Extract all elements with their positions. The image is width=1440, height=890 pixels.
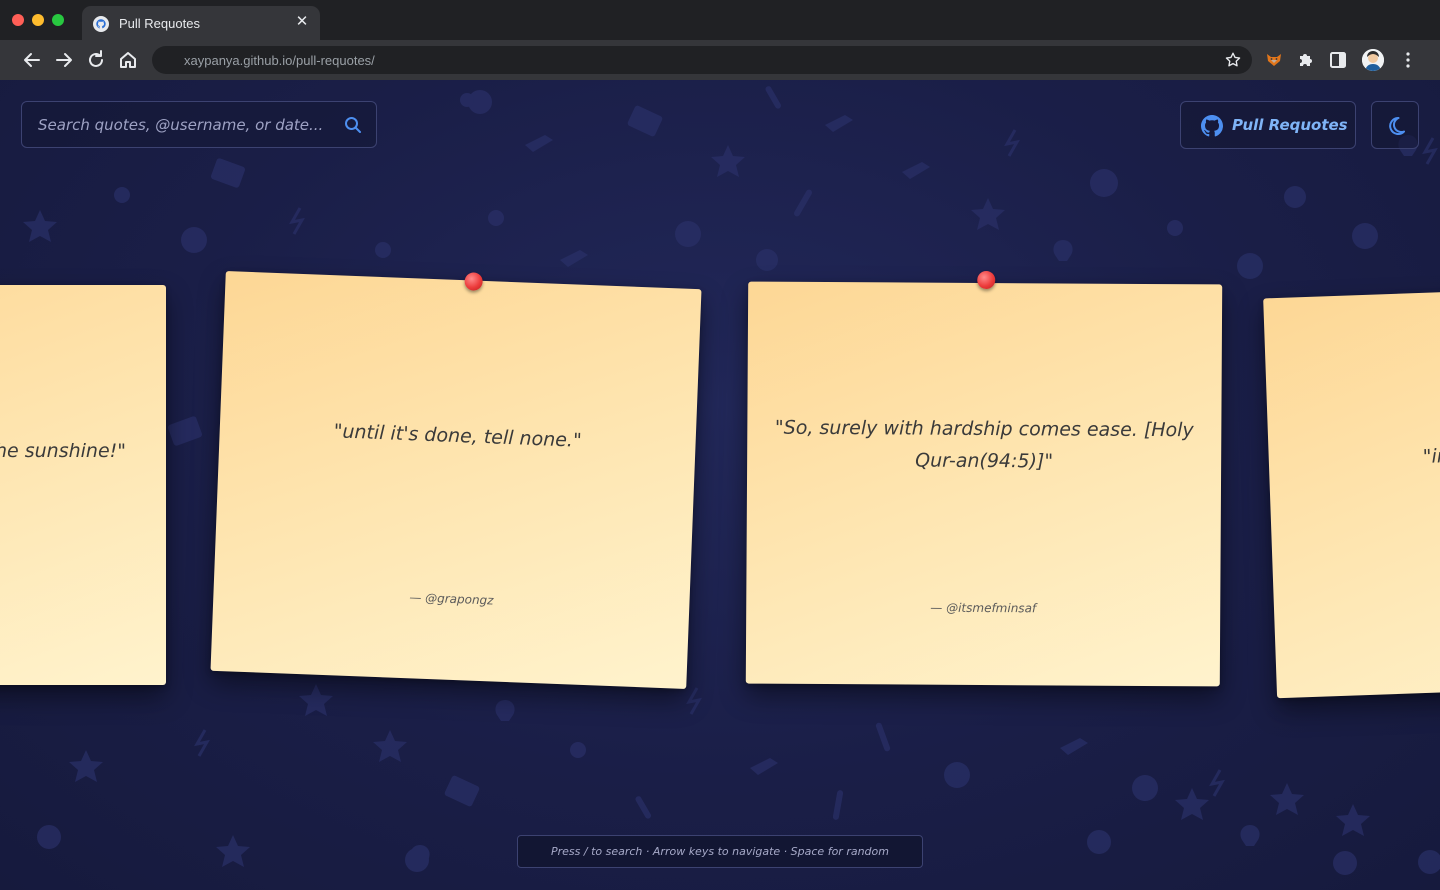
forward-button[interactable] xyxy=(52,48,76,72)
quote-note[interactable]: "So, surely with hardship comes ease. [H… xyxy=(745,270,1223,687)
browser-tab-bar: Pull Requotes ✕ xyxy=(0,0,1440,40)
kebab-menu-icon xyxy=(1406,52,1410,68)
quote-note[interactable]: "until it's done, tell none." — @grapong… xyxy=(210,271,702,689)
home-button[interactable] xyxy=(116,48,140,72)
forward-arrow-icon xyxy=(56,53,72,67)
page-content: Pull Requotes "Keep shining like the sun… xyxy=(0,80,1440,890)
pushpin-icon xyxy=(977,270,996,290)
back-button[interactable] xyxy=(20,48,44,72)
back-arrow-icon xyxy=(24,53,40,67)
github-icon xyxy=(1201,115,1223,137)
home-icon xyxy=(120,52,136,68)
quote-search-box[interactable] xyxy=(21,101,377,148)
quote-author[interactable]: — @itsmefminsaf xyxy=(746,600,1220,617)
side-panel-icon xyxy=(1330,52,1346,68)
keyboard-hint-text: Press / to search · Arrow keys to naviga… xyxy=(551,845,889,858)
fox-extension-icon xyxy=(1267,54,1281,66)
reload-icon xyxy=(89,50,103,67)
window-maximize-button[interactable] xyxy=(52,14,64,26)
doodle-background xyxy=(23,86,1440,875)
side-panel-button[interactable] xyxy=(1328,50,1348,70)
fox-extension-button[interactable] xyxy=(1264,50,1284,70)
search-icon[interactable] xyxy=(344,116,362,134)
moon-icon xyxy=(1389,116,1405,135)
quote-text: "So, surely with hardship comes ease. [H… xyxy=(774,416,1194,473)
search-input[interactable] xyxy=(38,114,338,136)
browser-menu-button[interactable] xyxy=(1398,50,1418,70)
quote-note-previous[interactable]: "Keep shining like the sunshine!" xyxy=(0,285,166,685)
github-repo-button[interactable]: Pull Requotes xyxy=(1180,101,1356,149)
extensions-button[interactable] xyxy=(1296,50,1316,70)
browser-toolbar: xaypanya.github.io/pull-requotes/ xyxy=(0,40,1440,80)
keyboard-hint-bar: Press / to search · Arrow keys to naviga… xyxy=(517,835,923,868)
github-favicon-icon xyxy=(93,16,109,32)
quote-text: "in xyxy=(1422,445,1440,468)
reload-button[interactable] xyxy=(84,48,108,72)
quote-text: "until it's done, tell none." xyxy=(333,420,583,452)
profile-avatar-image xyxy=(1362,49,1384,71)
tab-title: Pull Requotes xyxy=(119,16,200,31)
quote-text: "Keep shining like the sunshine!" xyxy=(0,440,126,462)
quote-author[interactable]: — @grapongz xyxy=(213,583,689,615)
browser-tab[interactable]: Pull Requotes ✕ xyxy=(82,6,320,40)
url-text[interactable]: xaypanya.github.io/pull-requotes/ xyxy=(184,53,375,68)
profile-avatar[interactable] xyxy=(1362,49,1384,71)
pushpin-icon xyxy=(464,272,483,291)
puzzle-extensions-icon xyxy=(1300,54,1312,66)
bookmark-star-icon[interactable] xyxy=(1224,51,1242,69)
theme-toggle-button[interactable] xyxy=(1371,101,1419,149)
github-button-label: Pull Requotes xyxy=(1232,116,1348,134)
window-close-button[interactable] xyxy=(12,14,24,26)
quote-note-next[interactable]: "in xyxy=(1263,281,1440,699)
tab-close-icon[interactable]: ✕ xyxy=(293,13,311,31)
address-bar[interactable]: xaypanya.github.io/pull-requotes/ xyxy=(152,46,1252,74)
window-minimize-button[interactable] xyxy=(32,14,44,26)
